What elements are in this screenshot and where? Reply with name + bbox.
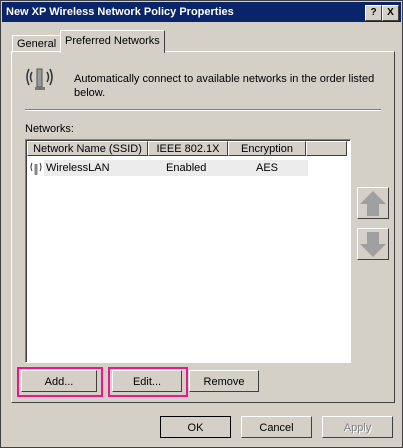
help-button[interactable]: ? bbox=[365, 5, 382, 21]
move-down-button[interactable] bbox=[357, 228, 389, 260]
wireless-network-icon bbox=[25, 63, 55, 91]
edit-button-label: Edit... bbox=[132, 376, 162, 388]
cancel-button[interactable]: Cancel bbox=[241, 416, 312, 438]
remove-button-label: Remove bbox=[203, 376, 245, 388]
cancel-button-label: Cancel bbox=[259, 422, 294, 434]
properties-dialog: New XP Wireless Network Policy Propertie… bbox=[0, 0, 403, 448]
apply-button-label: Apply bbox=[343, 422, 372, 434]
move-up-button[interactable] bbox=[357, 187, 389, 219]
column-header-ssid[interactable]: Network Name (SSID) bbox=[27, 141, 148, 156]
tab-preferred-networks[interactable]: Preferred Networks bbox=[60, 30, 165, 53]
cell-encryption: AES bbox=[256, 162, 279, 174]
network-icon bbox=[29, 160, 43, 176]
cell-ieee: Enabled bbox=[166, 162, 207, 174]
window-title: New XP Wireless Network Policy Propertie… bbox=[6, 6, 234, 18]
remove-button[interactable]: Remove bbox=[189, 370, 259, 392]
column-header-encryption[interactable]: Encryption bbox=[228, 141, 306, 156]
add-button-label: Add... bbox=[44, 376, 74, 388]
cell-ssid: WirelessLAN bbox=[46, 162, 110, 174]
column-header-ieee[interactable]: IEEE 802.1X bbox=[148, 141, 228, 156]
ok-button[interactable]: OK bbox=[160, 416, 231, 438]
edit-button[interactable]: Edit... bbox=[112, 370, 182, 392]
tab-general-label: General bbox=[17, 38, 57, 50]
arrow-up-icon bbox=[360, 191, 386, 216]
networks-list[interactable]: Network Name (SSID) IEEE 802.1X Encrypti… bbox=[25, 139, 351, 363]
divider bbox=[25, 109, 381, 111]
close-button[interactable]: X bbox=[382, 5, 399, 21]
ok-button-label: OK bbox=[187, 422, 204, 434]
apply-button[interactable]: Apply bbox=[322, 416, 393, 438]
title-bar: New XP Wireless Network Policy Propertie… bbox=[2, 2, 401, 22]
table-row[interactable]: WirelessLAN Enabled AES bbox=[44, 160, 308, 176]
add-button[interactable]: Add... bbox=[21, 370, 97, 392]
column-header-filler bbox=[306, 141, 347, 156]
arrow-down-icon bbox=[360, 232, 386, 257]
tab-preferred-networks-label: Preferred Networks bbox=[65, 35, 160, 47]
networks-label: Networks: bbox=[25, 123, 74, 135]
description-text: Automatically connect to available netwo… bbox=[74, 73, 375, 99]
